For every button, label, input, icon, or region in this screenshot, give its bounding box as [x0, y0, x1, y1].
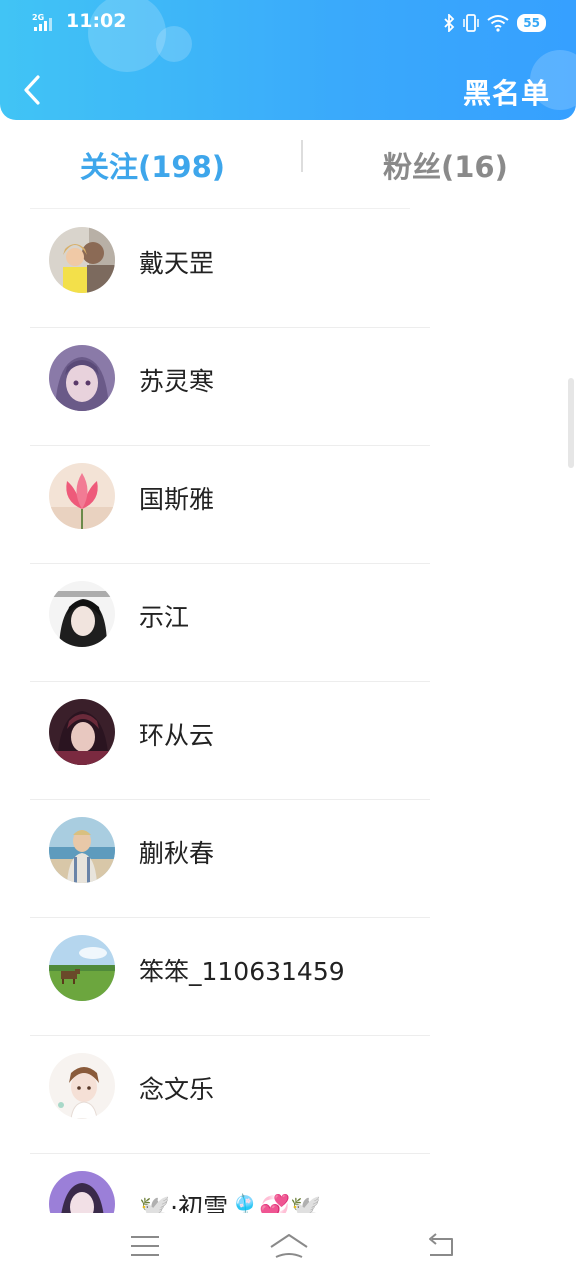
avatar — [49, 463, 115, 529]
tab-fans[interactable]: 粉丝(16) — [383, 144, 508, 186]
avatar-cartoon-boy-icon — [49, 1053, 115, 1119]
tab-following[interactable]: 关注(198) — [80, 144, 225, 186]
list-item[interactable]: 示江 — [0, 564, 576, 682]
blacklist-button[interactable]: 黑名单 — [463, 72, 550, 112]
signal-icon: 2G — [32, 13, 52, 31]
user-name: 🕊️·初雪🎐💞🕊️ — [139, 1193, 322, 1213]
network-type: 2G — [32, 13, 44, 22]
user-name: 国斯雅 — [139, 485, 215, 514]
avatar-family-photo-icon — [49, 227, 115, 293]
vibrate-icon — [463, 14, 480, 32]
system-nav-bar — [0, 1213, 576, 1280]
scrollbar[interactable] — [568, 378, 574, 468]
list-item[interactable]: 苏灵寒 — [0, 328, 576, 446]
divider — [30, 208, 410, 209]
tab-divider — [301, 140, 303, 172]
menu-button[interactable] — [125, 1231, 165, 1261]
back-button[interactable] — [18, 72, 50, 108]
avatar — [49, 1171, 115, 1213]
user-name: 戴天罡 — [139, 249, 215, 278]
avatar-landscape-cow-icon — [49, 935, 115, 1001]
home-button[interactable] — [268, 1231, 310, 1261]
list-item[interactable]: 🕊️·初雪🎐💞🕊️ — [0, 1154, 576, 1213]
chevron-left-icon — [24, 75, 40, 105]
back-icon — [429, 1233, 453, 1256]
avatar — [49, 817, 115, 883]
list-item[interactable]: 国斯雅 — [0, 446, 576, 564]
avatar-lotus-flower-icon — [49, 463, 115, 529]
user-name: 苏灵寒 — [139, 367, 215, 396]
following-list: 戴天罡 苏灵寒 国斯雅 示江 环从云 蒯秋春 笨笨_110631459 念文乐 … — [0, 210, 576, 1213]
avatar — [49, 581, 115, 647]
menu-icon — [131, 1236, 159, 1256]
avatar — [49, 935, 115, 1001]
list-item[interactable]: 环从云 — [0, 682, 576, 800]
list-item[interactable]: 念文乐 — [0, 1036, 576, 1154]
user-name: 示江 — [139, 603, 190, 632]
avatar-anime-boy-red-icon — [49, 699, 115, 765]
wifi-icon — [487, 15, 509, 32]
tab-bar: 关注(198) 粉丝(16) — [0, 120, 576, 210]
avatar-anime-boy-dark-icon — [49, 581, 115, 647]
user-name: 念文乐 — [139, 1075, 215, 1104]
avatar — [49, 1053, 115, 1119]
avatar — [49, 699, 115, 765]
avatar-anime-girl-icon — [49, 345, 115, 411]
list-item[interactable]: 笨笨_110631459 — [0, 918, 576, 1036]
user-name: 蒯秋春 — [139, 839, 215, 868]
status-time: 11:02 — [66, 10, 127, 32]
status-bar: 2G 11:02 55 — [0, 0, 576, 44]
bluetooth-icon — [444, 14, 455, 32]
header-bar: 2G 11:02 55 黑名单 — [0, 0, 576, 120]
list-item[interactable]: 蒯秋春 — [0, 800, 576, 918]
avatar — [49, 227, 115, 293]
avatar — [49, 345, 115, 411]
user-name: 环从云 — [139, 721, 215, 750]
avatar-beach-boy-icon — [49, 817, 115, 883]
battery-indicator: 55 — [517, 14, 546, 32]
avatar-girl-purple-icon — [49, 1171, 115, 1213]
status-icons: 55 — [443, 12, 546, 34]
list-item[interactable]: 戴天罡 — [0, 210, 576, 328]
home-icon — [270, 1234, 308, 1258]
user-name: 笨笨_110631459 — [139, 957, 345, 986]
back-nav-button[interactable] — [420, 1231, 460, 1261]
